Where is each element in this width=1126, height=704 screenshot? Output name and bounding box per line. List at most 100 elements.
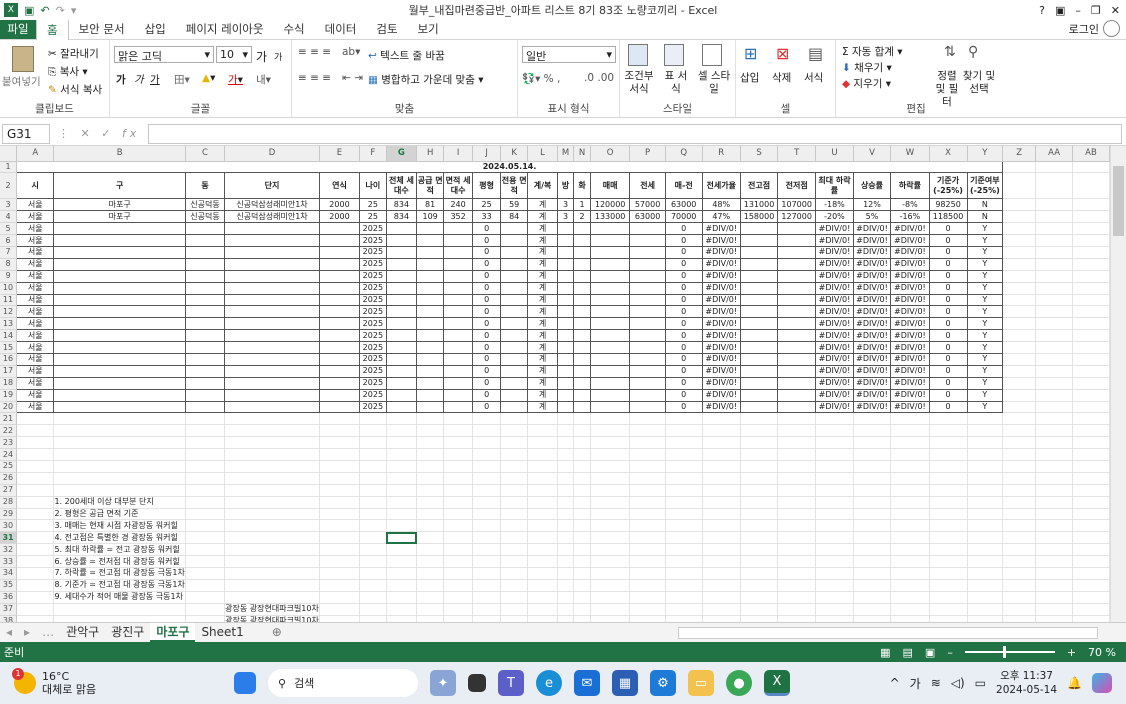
data-cell[interactable] xyxy=(500,245,529,259)
data-cell[interactable] xyxy=(589,352,631,366)
cell[interactable] xyxy=(590,424,631,438)
data-cell[interactable] xyxy=(184,281,226,295)
clear-button[interactable]: ◆ 지우기 ▾ xyxy=(842,76,891,91)
data-cell[interactable]: 0 xyxy=(928,305,968,319)
cell[interactable] xyxy=(185,519,226,533)
cell[interactable] xyxy=(53,448,186,461)
data-cell[interactable] xyxy=(573,245,591,259)
cell[interactable] xyxy=(443,484,474,497)
cell[interactable] xyxy=(967,460,1004,473)
data-cell[interactable]: #DIV/0! xyxy=(852,341,892,354)
data-cell[interactable]: 0 xyxy=(928,269,968,283)
tab-file[interactable]: 파일 xyxy=(0,19,36,39)
data-cell[interactable] xyxy=(184,305,226,319)
conditional-format-button[interactable]: 조건부 서식 xyxy=(622,70,656,96)
cell[interactable] xyxy=(1002,353,1037,366)
data-cell[interactable]: 2000 xyxy=(318,210,361,224)
data-cell[interactable]: 계 xyxy=(527,210,558,224)
cell[interactable] xyxy=(890,555,930,568)
data-cell[interactable]: #DIV/0! xyxy=(852,352,892,366)
data-cell[interactable]: -18% xyxy=(815,198,854,212)
vertical-scrollbar[interactable] xyxy=(1110,146,1126,622)
data-cell[interactable] xyxy=(184,364,226,378)
data-cell[interactable]: 계 xyxy=(527,329,558,343)
data-cell[interactable]: 신공덕삼성래미안1차 xyxy=(224,198,320,212)
data-cell[interactable] xyxy=(224,329,320,343)
cell[interactable] xyxy=(472,508,502,521)
cell[interactable] xyxy=(1035,258,1073,271)
cell[interactable] xyxy=(1072,472,1110,485)
data-cell[interactable]: 0 xyxy=(664,222,703,236)
cell[interactable] xyxy=(629,508,666,521)
cell[interactable] xyxy=(967,424,1004,438)
cell[interactable] xyxy=(967,543,1004,557)
cell[interactable] xyxy=(1035,484,1073,497)
data-cell[interactable]: 계 xyxy=(527,281,558,295)
cell[interactable] xyxy=(472,531,502,545)
data-cell[interactable]: 서울 xyxy=(16,269,55,283)
cell[interactable] xyxy=(386,496,418,509)
store-icon[interactable]: ▦ xyxy=(612,670,638,696)
cell[interactable] xyxy=(967,436,1004,450)
cell[interactable] xyxy=(16,567,55,580)
cell[interactable] xyxy=(702,412,741,426)
data-cell[interactable] xyxy=(416,257,445,271)
cell[interactable] xyxy=(777,603,817,616)
cell[interactable] xyxy=(815,567,854,580)
data-cell[interactable] xyxy=(416,317,445,331)
next-sheet-arrow-icon[interactable]: ▸ xyxy=(18,623,36,642)
header-cell[interactable]: 나이 xyxy=(359,172,387,200)
data-cell[interactable]: N xyxy=(966,210,1004,224)
tab-review[interactable]: 검토 xyxy=(366,19,407,39)
cell[interactable] xyxy=(224,436,320,450)
cell[interactable] xyxy=(929,448,968,461)
data-cell[interactable]: 0 xyxy=(472,245,502,259)
cell[interactable] xyxy=(1002,496,1037,509)
data-cell[interactable] xyxy=(318,400,361,414)
data-cell[interactable] xyxy=(385,341,418,354)
cell[interactable] xyxy=(1072,294,1110,307)
cell[interactable] xyxy=(590,508,631,521)
border-icon[interactable]: 田▾ xyxy=(174,72,190,87)
data-cell[interactable] xyxy=(777,281,817,295)
data-cell[interactable] xyxy=(385,364,418,378)
tab-formulas[interactable]: 수식 xyxy=(273,19,314,39)
cell[interactable] xyxy=(1002,234,1037,247)
header-cell[interactable]: 매-전 xyxy=(664,172,703,200)
data-cell[interactable]: #DIV/0! xyxy=(815,329,854,343)
cell[interactable] xyxy=(527,448,558,461)
data-cell[interactable] xyxy=(629,376,666,390)
cell[interactable] xyxy=(815,603,854,616)
data-cell[interactable] xyxy=(573,317,591,331)
data-cell[interactable]: 0 xyxy=(472,388,502,402)
cell[interactable] xyxy=(890,424,930,438)
cell[interactable] xyxy=(359,591,387,604)
cell[interactable] xyxy=(702,508,741,521)
row-header[interactable]: 23 xyxy=(0,436,18,450)
row-header[interactable]: 34 xyxy=(0,567,18,580)
data-cell[interactable] xyxy=(184,222,226,236)
header-cell[interactable]: 매매 xyxy=(589,172,631,200)
align-left-icon[interactable]: ≡ ≡ ≡ xyxy=(298,72,331,84)
prev-sheet-arrow-icon[interactable]: ◂ xyxy=(0,623,18,642)
page-layout-view-icon[interactable]: ▤ xyxy=(903,646,913,659)
data-cell[interactable] xyxy=(500,234,529,247)
row-header[interactable]: 6 xyxy=(0,234,18,247)
cell[interactable] xyxy=(472,436,502,450)
cell[interactable] xyxy=(557,519,575,533)
cell[interactable] xyxy=(1035,365,1073,378)
tab-data[interactable]: 데이터 xyxy=(315,19,367,39)
cell[interactable] xyxy=(1035,353,1073,366)
cell[interactable] xyxy=(443,412,474,426)
data-cell[interactable] xyxy=(589,257,631,271)
data-cell[interactable] xyxy=(318,388,361,402)
cell[interactable] xyxy=(1035,591,1073,604)
cell[interactable] xyxy=(416,579,445,592)
data-cell[interactable]: #DIV/0! xyxy=(701,234,741,247)
cell[interactable] xyxy=(443,519,474,533)
cell[interactable] xyxy=(386,424,418,438)
data-cell[interactable] xyxy=(777,352,817,366)
cell[interactable] xyxy=(665,555,703,568)
data-cell[interactable] xyxy=(53,293,186,307)
data-cell[interactable] xyxy=(500,341,529,354)
